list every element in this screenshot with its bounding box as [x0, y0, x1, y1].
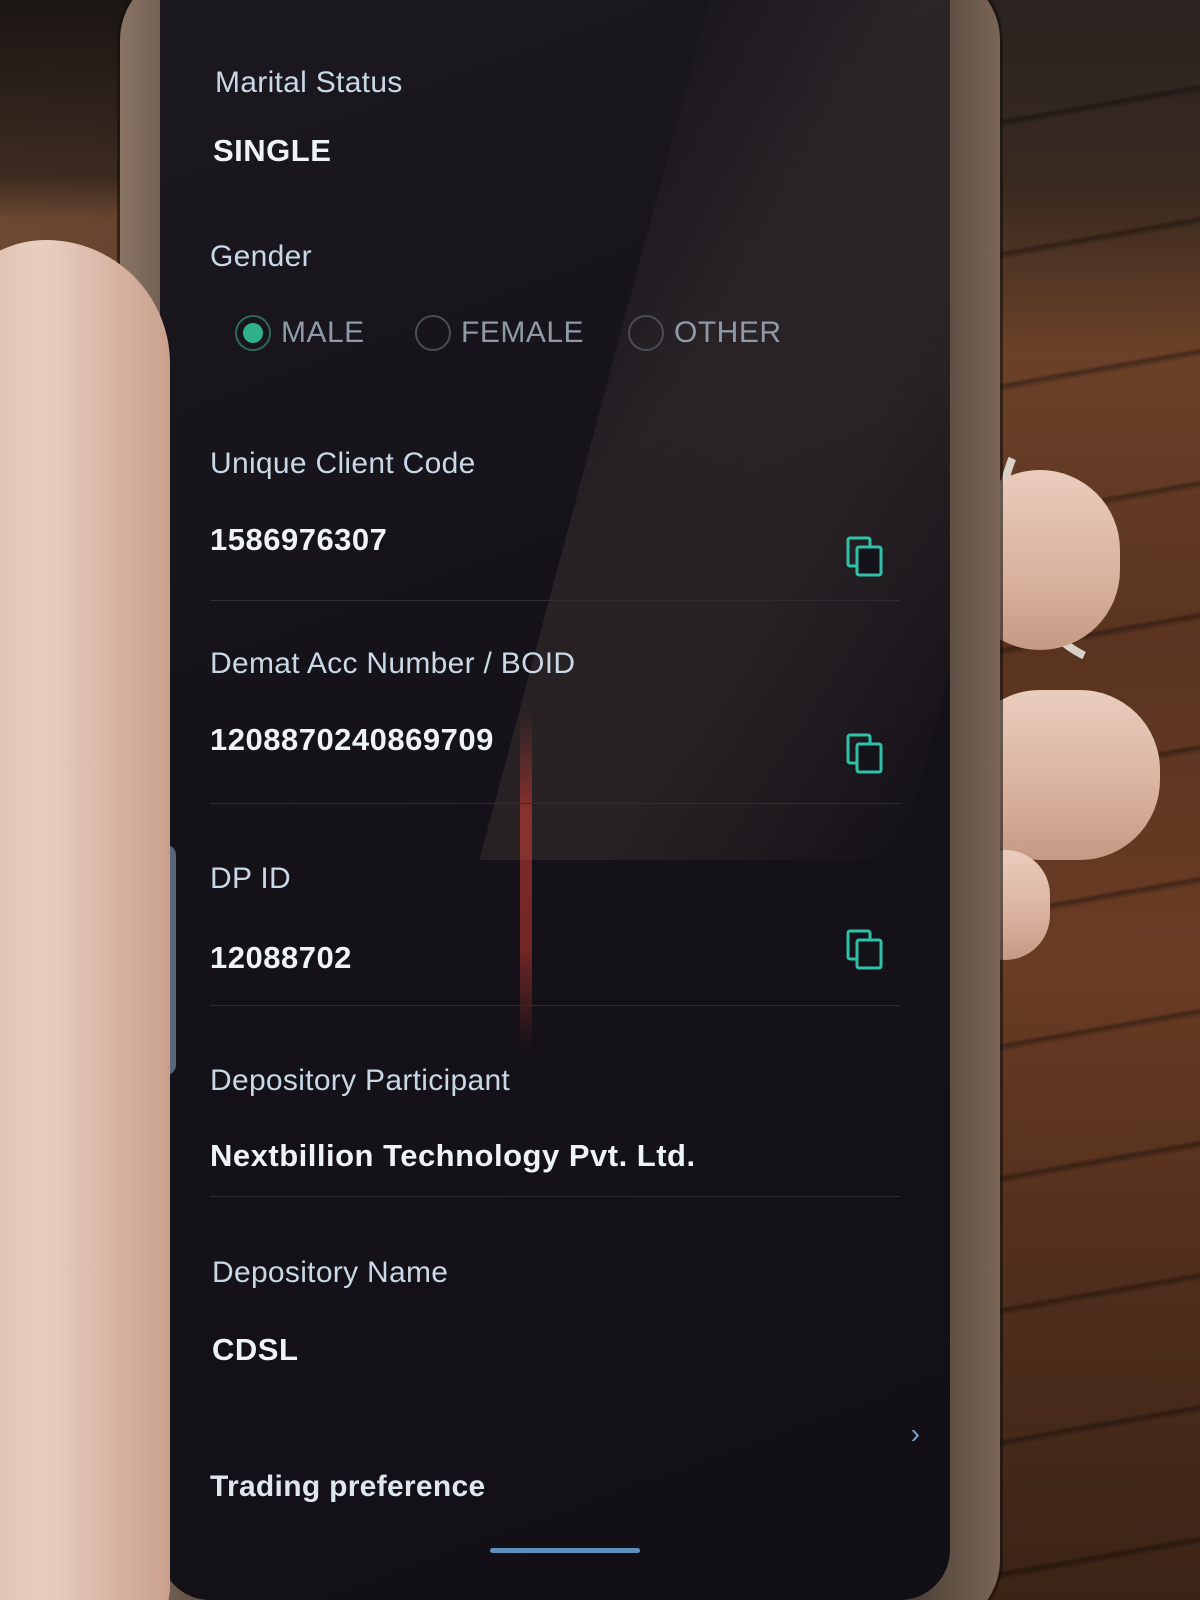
- divider: [210, 803, 900, 804]
- divider: [210, 1005, 900, 1006]
- gender-radio-group: MALE FEMALE OTHER: [235, 315, 835, 365]
- profile-details: Marital Status SINGLE Gender MALE FEMALE…: [210, 0, 900, 1600]
- radio-unselected-icon: [628, 315, 664, 351]
- client-code-label: Unique Client Code: [210, 447, 476, 480]
- marital-status-label: Marital Status: [215, 66, 403, 99]
- gender-option-label: MALE: [281, 316, 365, 349]
- divider: [210, 1196, 900, 1197]
- gender-option-male[interactable]: MALE: [235, 315, 365, 351]
- thumb: [0, 240, 170, 1600]
- copy-icon: [846, 536, 883, 577]
- divider: [210, 600, 900, 601]
- gender-option-other[interactable]: OTHER: [628, 315, 782, 351]
- home-indicator[interactable]: [490, 1548, 640, 1553]
- dp-id-value: 12088702: [210, 940, 352, 975]
- copy-demat-button[interactable]: [845, 732, 885, 776]
- demat-value: 1208870240869709: [210, 722, 494, 757]
- demat-label: Demat Acc Number / BOID: [210, 647, 576, 680]
- copy-icon: [846, 929, 883, 970]
- depository-name-label: Depository Name: [212, 1256, 449, 1289]
- marital-status-value: SINGLE: [213, 133, 332, 168]
- gender-option-label: OTHER: [674, 316, 782, 349]
- gender-label: Gender: [210, 240, 312, 273]
- depository-name-value: CDSL: [212, 1332, 299, 1367]
- gender-option-label: FEMALE: [461, 316, 585, 349]
- chevron-right-icon[interactable]: ›: [911, 1418, 920, 1450]
- depository-participant-label: Depository Participant: [210, 1064, 511, 1097]
- gender-option-female[interactable]: FEMALE: [415, 315, 584, 351]
- phone-screen: Marital Status SINGLE Gender MALE FEMALE…: [160, 0, 950, 1600]
- client-code-value: 1586976307: [210, 522, 388, 557]
- copy-icon: [846, 733, 883, 774]
- radio-unselected-icon: [415, 315, 451, 351]
- depository-participant-value: Nextbillion Technology Pvt. Ltd.: [210, 1138, 696, 1173]
- copy-client-code-button[interactable]: [845, 535, 885, 579]
- trading-preference-link[interactable]: Trading preference: [210, 1470, 486, 1504]
- radio-selected-icon: [235, 315, 271, 351]
- dp-id-label: DP ID: [210, 862, 291, 895]
- copy-dp-id-button[interactable]: [845, 928, 885, 972]
